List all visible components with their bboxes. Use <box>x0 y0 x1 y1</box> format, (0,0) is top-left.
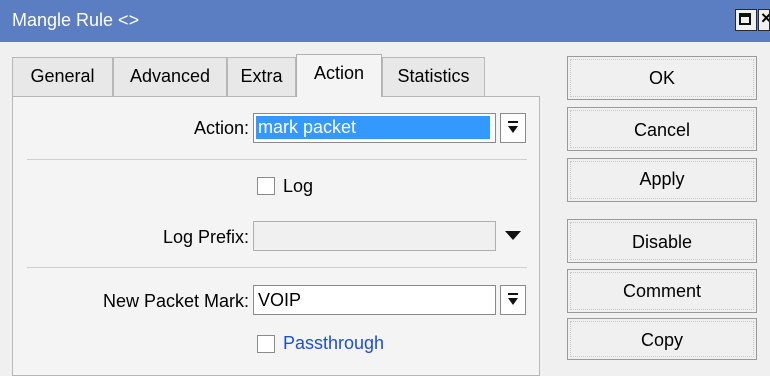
log-prefix-expand-icon[interactable] <box>505 231 521 240</box>
maximize-icon[interactable] <box>735 9 757 31</box>
close-icon[interactable]: × <box>758 9 770 31</box>
new-packet-mark-dropdown-icon[interactable] <box>500 285 526 315</box>
action-select[interactable]: mark packet <box>253 113 496 143</box>
passthrough-checkbox-label: Passthrough <box>283 333 385 353</box>
close-glyph: × <box>761 10 769 29</box>
cancel-button-label: Cancel <box>633 120 691 140</box>
apply-button-label: Apply <box>639 169 685 189</box>
tab-advanced[interactable]: Advanced <box>113 57 227 96</box>
tab-action[interactable]: Action <box>296 54 382 97</box>
action-select-value: mark packet <box>256 116 490 139</box>
divider <box>27 267 527 268</box>
comment-button[interactable]: Comment <box>567 269 757 313</box>
new-packet-mark-label: New Packet Mark: <box>102 291 249 311</box>
tab-extra[interactable]: Extra <box>227 57 296 96</box>
ok-button[interactable]: OK <box>567 56 757 100</box>
window-titlebar: Mangle Rule <> × <box>0 0 770 42</box>
disable-button-label: Disable <box>631 232 693 252</box>
tab-statistics[interactable]: Statistics <box>382 57 485 96</box>
cancel-button[interactable]: Cancel <box>567 107 757 151</box>
action-dropdown-icon[interactable] <box>500 113 526 143</box>
copy-button[interactable]: Copy <box>567 318 757 360</box>
copy-button-label: Copy <box>640 330 684 350</box>
new-packet-mark-value: VOIP <box>258 290 302 310</box>
action-label: Action: <box>193 118 249 138</box>
action-panel: Action: mark packet Log Log Prefix: New … <box>12 96 540 376</box>
disable-button[interactable]: Disable <box>567 219 757 263</box>
log-checkbox-label: Log <box>283 176 314 196</box>
window-title: Mangle Rule <> <box>12 10 140 30</box>
log-prefix-label: Log Prefix: <box>162 227 249 247</box>
passthrough-checkbox[interactable] <box>257 335 275 353</box>
ok-button-label: OK <box>648 68 675 88</box>
tab-general[interactable]: General <box>12 57 113 96</box>
log-checkbox[interactable] <box>257 177 275 195</box>
divider <box>27 159 527 160</box>
apply-button[interactable]: Apply <box>567 158 757 202</box>
comment-button-label: Comment <box>622 281 702 301</box>
new-packet-mark-input[interactable]: VOIP <box>253 285 496 315</box>
log-prefix-input <box>253 221 496 251</box>
